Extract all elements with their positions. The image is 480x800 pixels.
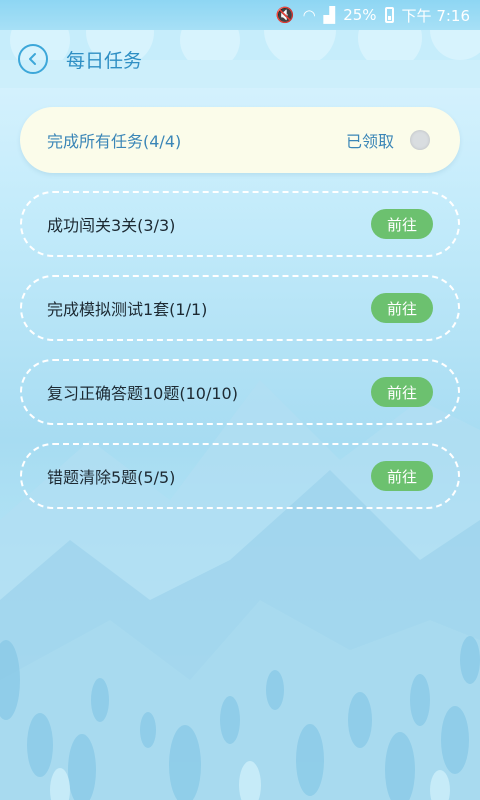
app-header: 每日任务 — [0, 30, 480, 88]
claimed-indicator — [410, 130, 430, 150]
task-label: 成功闯关3关(3/3) — [47, 216, 176, 235]
chevron-left-icon — [29, 53, 36, 65]
battery-icon — [384, 7, 394, 23]
task-row: 复习正确答题10题(10/10) 前往 — [20, 359, 460, 425]
go-button[interactable]: 前往 — [371, 209, 433, 239]
go-button[interactable]: 前往 — [371, 293, 433, 323]
task-list: 完成所有任务(4/4) 已领取 成功闯关3关(3/3) 前往 完成模拟测试1套(… — [20, 107, 460, 509]
wifi-icon: ◠ — [302, 5, 316, 24]
task-row: 错题清除5题(5/5) 前往 — [20, 443, 460, 509]
back-button[interactable] — [18, 44, 48, 74]
mute-icon: 🔇 — [275, 5, 295, 24]
task-label: 错题清除5题(5/5) — [47, 468, 176, 487]
task-row: 完成模拟测试1套(1/1) 前往 — [20, 275, 460, 341]
task-label: 复习正确答题10题(10/10) — [47, 384, 238, 403]
signal-icon: ▟ — [323, 5, 336, 24]
status-bar: 🔇 ◠ ▟ 25% 下午 7:16 — [0, 0, 480, 30]
page-title: 每日任务 — [66, 49, 143, 72]
task-row: 成功闯关3关(3/3) 前往 — [20, 191, 460, 257]
clock: 下午 7:16 — [401, 6, 470, 25]
go-button[interactable]: 前往 — [371, 377, 433, 407]
summary-label: 完成所有任务(4/4) — [47, 132, 182, 151]
go-button[interactable]: 前往 — [371, 461, 433, 491]
all-tasks-summary: 完成所有任务(4/4) 已领取 — [20, 107, 460, 173]
battery-percent: 25% — [343, 6, 377, 24]
task-label: 完成模拟测试1套(1/1) — [47, 300, 208, 319]
claimed-status: 已领取 — [345, 132, 394, 151]
